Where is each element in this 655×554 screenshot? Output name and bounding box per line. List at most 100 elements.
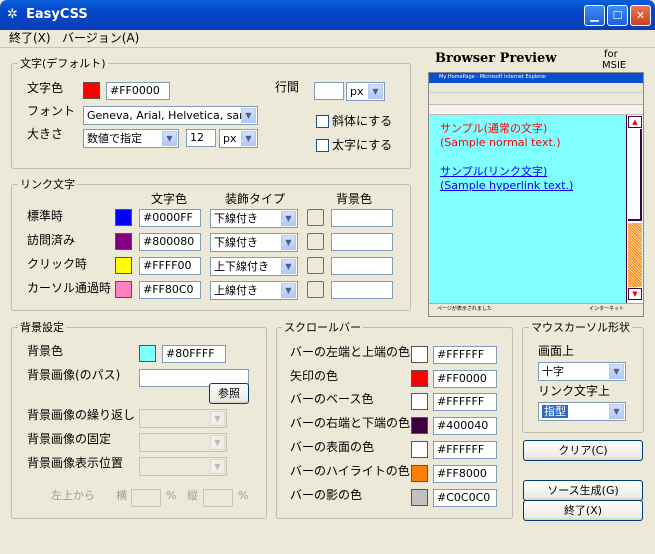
link-bg-swatch[interactable] xyxy=(307,233,324,250)
bg-position-select[interactable]: ▼ xyxy=(139,457,227,476)
line-unit-select[interactable]: px ▼ xyxy=(346,82,385,101)
link-row-label: 訪問済み xyxy=(27,233,76,247)
title-bar[interactable] xyxy=(0,0,655,30)
chevron-down-icon: ▼ xyxy=(368,84,383,99)
bg-color-swatch[interactable] xyxy=(139,345,156,362)
maximize-button[interactable]: ☐ xyxy=(607,5,628,26)
link-row-label: 標準時 xyxy=(27,209,64,223)
link-decoration-select[interactable]: 下線付き ▼ xyxy=(210,233,298,252)
exit-button[interactable]: 終了(X) xyxy=(523,500,643,521)
ie-status-right: インターネット xyxy=(589,306,625,312)
scrollbar-row-label: バーの右端と下端の色 xyxy=(290,416,411,430)
scrollbar-color-input[interactable]: #400040 xyxy=(433,417,497,435)
link-color-swatch[interactable] xyxy=(115,233,132,250)
size-unit-value: px xyxy=(223,132,237,145)
scrollbar-color-swatch[interactable] xyxy=(411,417,428,434)
bg-offset-label: 左上から xyxy=(51,489,95,502)
ie-menubar xyxy=(429,83,643,93)
menu-version[interactable]: バージョン(A) xyxy=(62,31,139,46)
chevron-down-icon: ▼ xyxy=(281,259,296,274)
link-decoration-value: 下線付き xyxy=(214,212,258,225)
minimize-button[interactable]: ▁ xyxy=(584,5,605,26)
preview-normal-en: (Sample normal text.) xyxy=(440,136,561,149)
link-color-input[interactable]: #FFFF00 xyxy=(139,257,201,275)
scrollbar-color-swatch[interactable] xyxy=(411,346,428,363)
link-bg-swatch[interactable] xyxy=(307,209,324,226)
link-color-input[interactable]: #0000FF xyxy=(139,209,201,227)
link-bg-input[interactable] xyxy=(331,281,393,299)
close-button[interactable]: ✕ xyxy=(630,5,651,26)
bg-color-input[interactable]: #80FFFF xyxy=(162,345,226,363)
bg-h-input[interactable] xyxy=(131,489,161,507)
scrollbar-color-swatch[interactable] xyxy=(411,489,428,506)
chevron-down-icon: ▼ xyxy=(210,435,225,450)
chevron-down-icon: ▼ xyxy=(162,131,177,146)
scrollbar-color-input[interactable]: #C0C0C0 xyxy=(433,489,497,507)
bg-repeat-select[interactable]: ▼ xyxy=(139,409,227,428)
text-color-swatch[interactable] xyxy=(83,82,100,99)
scroll-down-arrow-icon[interactable]: ▼ xyxy=(628,288,642,300)
link-decoration-select[interactable]: 下線付き ▼ xyxy=(210,209,298,228)
line-height-input[interactable] xyxy=(314,82,344,100)
text-color-input[interactable]: #FF0000 xyxy=(106,82,170,100)
scrollbar-color-swatch[interactable] xyxy=(411,441,428,458)
link-color-input[interactable]: #FF80C0 xyxy=(139,281,201,299)
bold-checkbox[interactable] xyxy=(316,139,329,152)
chevron-down-icon: ▼ xyxy=(281,235,296,250)
scrollbar-row-label: バーのベース色 xyxy=(290,392,374,406)
link-color-swatch[interactable] xyxy=(115,257,132,274)
scrollbar-color-input[interactable]: #FFFFFF xyxy=(433,346,497,364)
bg-color-label: 背景色 xyxy=(27,344,64,358)
scrollbar-color-input[interactable]: #FF0000 xyxy=(433,370,497,388)
scrollbar-color-input[interactable]: #FFFFFF xyxy=(433,441,497,459)
bg-h-label: 横 xyxy=(116,489,127,502)
link-color-input[interactable]: #800080 xyxy=(139,233,201,251)
chevron-down-icon: ▼ xyxy=(210,459,225,474)
italic-label: 斜体にする xyxy=(332,114,393,128)
preview-link-jp[interactable]: サンプル(リンク文字) xyxy=(440,165,547,179)
font-select-value: Geneva, Arial, Helvetica, san-s xyxy=(87,109,256,122)
clear-button[interactable]: クリア(C) xyxy=(523,440,643,461)
generate-source-button[interactable]: ソース生成(G) xyxy=(523,480,643,501)
italic-checkbox[interactable] xyxy=(316,115,329,128)
link-color-swatch[interactable] xyxy=(115,209,132,226)
scrollbar-color-input[interactable]: #FFFFFF xyxy=(433,393,497,411)
cursor-screen-select[interactable]: 十字 ▼ xyxy=(538,362,626,381)
scroll-track[interactable] xyxy=(628,223,642,287)
link-row-label: カーソル通過時 xyxy=(27,281,112,295)
font-label: フォント xyxy=(27,104,76,118)
scrollbar-row-label: 矢印の色 xyxy=(290,369,339,383)
preview-link-en[interactable]: (Sample hyperlink text.) xyxy=(440,179,573,193)
link-decoration-select[interactable]: 上下線付き ▼ xyxy=(210,257,298,276)
browser-preview: My HomePage - Microsoft Internet Explore… xyxy=(428,72,644,317)
preview-for-label: for xyxy=(604,49,618,60)
bg-v-input[interactable] xyxy=(203,489,233,507)
scrollbar-group-title: スクロールバー xyxy=(282,321,363,334)
browse-button[interactable]: 参照 xyxy=(209,383,249,404)
scrollbar-color-input[interactable]: #FF8000 xyxy=(433,465,497,483)
chevron-down-icon: ▼ xyxy=(609,404,624,419)
link-bg-swatch[interactable] xyxy=(307,257,324,274)
size-unit-select[interactable]: px ▼ xyxy=(219,129,258,148)
bg-fixed-select[interactable]: ▼ xyxy=(139,433,227,452)
scrollbar-color-swatch[interactable] xyxy=(411,393,428,410)
size-mode-select[interactable]: 数値で指定 ▼ xyxy=(83,129,179,148)
scroll-thumb[interactable] xyxy=(628,129,642,221)
link-decoration-select[interactable]: 上線付き ▼ xyxy=(210,281,298,300)
scroll-up-arrow-icon[interactable]: ▲ xyxy=(628,116,642,128)
font-select[interactable]: Geneva, Arial, Helvetica, san-s ▼ xyxy=(83,106,258,125)
cursor-link-select[interactable]: 指型 ▼ xyxy=(538,402,626,421)
size-input[interactable]: 12 xyxy=(186,129,216,147)
preview-scrollbar[interactable]: ▲ ▼ xyxy=(626,115,643,303)
ie-title: My HomePage - Microsoft Internet Explore… xyxy=(439,74,547,80)
menu-exit[interactable]: 終了(X) xyxy=(9,31,51,46)
link-bg-input[interactable] xyxy=(331,209,393,227)
link-bg-input[interactable] xyxy=(331,257,393,275)
link-bg-input[interactable] xyxy=(331,233,393,251)
maximize-icon: ☐ xyxy=(612,9,623,22)
scrollbar-color-swatch[interactable] xyxy=(411,465,428,482)
link-decoration-value: 下線付き xyxy=(214,236,258,249)
link-bg-swatch[interactable] xyxy=(307,281,324,298)
link-color-swatch[interactable] xyxy=(115,281,132,298)
scrollbar-color-swatch[interactable] xyxy=(411,370,428,387)
